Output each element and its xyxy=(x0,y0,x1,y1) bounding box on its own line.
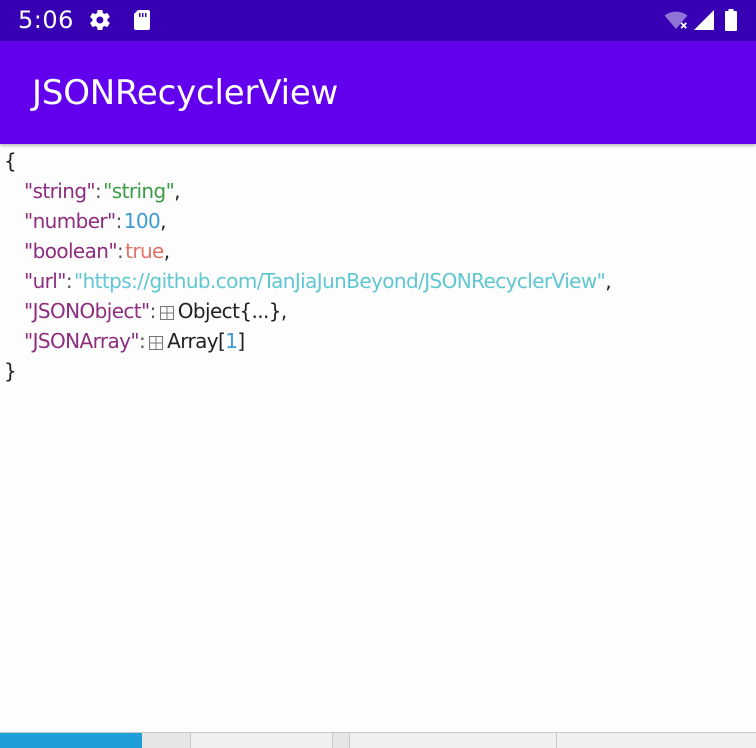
json-key: "JSONObject" xyxy=(24,299,150,323)
json-comma: , xyxy=(280,299,287,323)
json-viewer[interactable]: { "string": "string", "number": 100, "bool… xyxy=(0,146,756,386)
close-brace: } xyxy=(4,359,17,383)
status-time: 5:06 xyxy=(18,6,74,34)
app-title: JSONRecyclerView xyxy=(32,73,339,113)
json-row-string: "string": "string", xyxy=(0,176,756,206)
json-key: "JSONArray" xyxy=(24,329,140,353)
json-url-link[interactable]: "https://github.com/TanJiaJunBeyond/JSON… xyxy=(74,269,606,293)
json-colon: : xyxy=(116,239,124,263)
battery-icon xyxy=(724,8,738,32)
json-row-url: "url": "https://github.com/TanJiaJunBeyon… xyxy=(0,266,756,296)
json-row-number: "number": 100, xyxy=(0,206,756,236)
taskbar-segment xyxy=(142,733,191,748)
json-row-array[interactable]: "JSONArray": Array[1] xyxy=(0,326,756,356)
json-colon: : xyxy=(138,329,146,353)
json-colon: : xyxy=(65,269,73,293)
wifi-off-icon xyxy=(664,8,688,32)
taskbar-active-segment xyxy=(0,733,142,748)
json-array-label[interactable]: Array[ xyxy=(167,329,226,353)
json-comma: , xyxy=(605,269,611,293)
json-open-brace: { xyxy=(0,146,756,176)
json-colon: : xyxy=(95,179,102,203)
sd-card-icon xyxy=(130,8,154,32)
json-close-brace: } xyxy=(0,356,756,386)
json-key: "boolean" xyxy=(24,239,118,263)
json-row-boolean: "boolean": true, xyxy=(0,236,756,266)
json-colon: : xyxy=(149,299,157,323)
open-brace: { xyxy=(4,149,17,173)
json-object-label[interactable]: Object{...} xyxy=(178,299,282,323)
json-comma: , xyxy=(174,179,180,203)
app-bar: JSONRecyclerView xyxy=(0,41,756,144)
expand-icon[interactable] xyxy=(149,328,164,358)
json-number-value: 100 xyxy=(123,209,161,233)
signal-icon xyxy=(692,8,716,32)
status-bar: 5:06 xyxy=(0,0,756,41)
json-row-object[interactable]: "JSONObject": Object{...}, xyxy=(0,296,756,326)
json-array-label-end: ] xyxy=(237,329,245,353)
json-key: "url" xyxy=(24,269,66,293)
json-comma: , xyxy=(163,239,170,263)
json-key: "number" xyxy=(24,209,116,233)
screen: 5:06 JSONRecyclerView {"string": "strin… xyxy=(0,0,756,748)
json-comma: , xyxy=(160,209,166,233)
json-key: "string" xyxy=(24,179,96,203)
taskbar-segment xyxy=(332,733,350,748)
json-string-value: "string" xyxy=(103,179,175,203)
host-taskbar xyxy=(0,732,756,748)
json-array-count: 1 xyxy=(225,329,238,353)
taskbar-divider xyxy=(556,733,557,748)
json-boolean-value: true xyxy=(125,239,164,263)
expand-icon[interactable] xyxy=(159,298,174,328)
json-colon: : xyxy=(115,209,123,233)
gear-icon xyxy=(88,8,112,32)
